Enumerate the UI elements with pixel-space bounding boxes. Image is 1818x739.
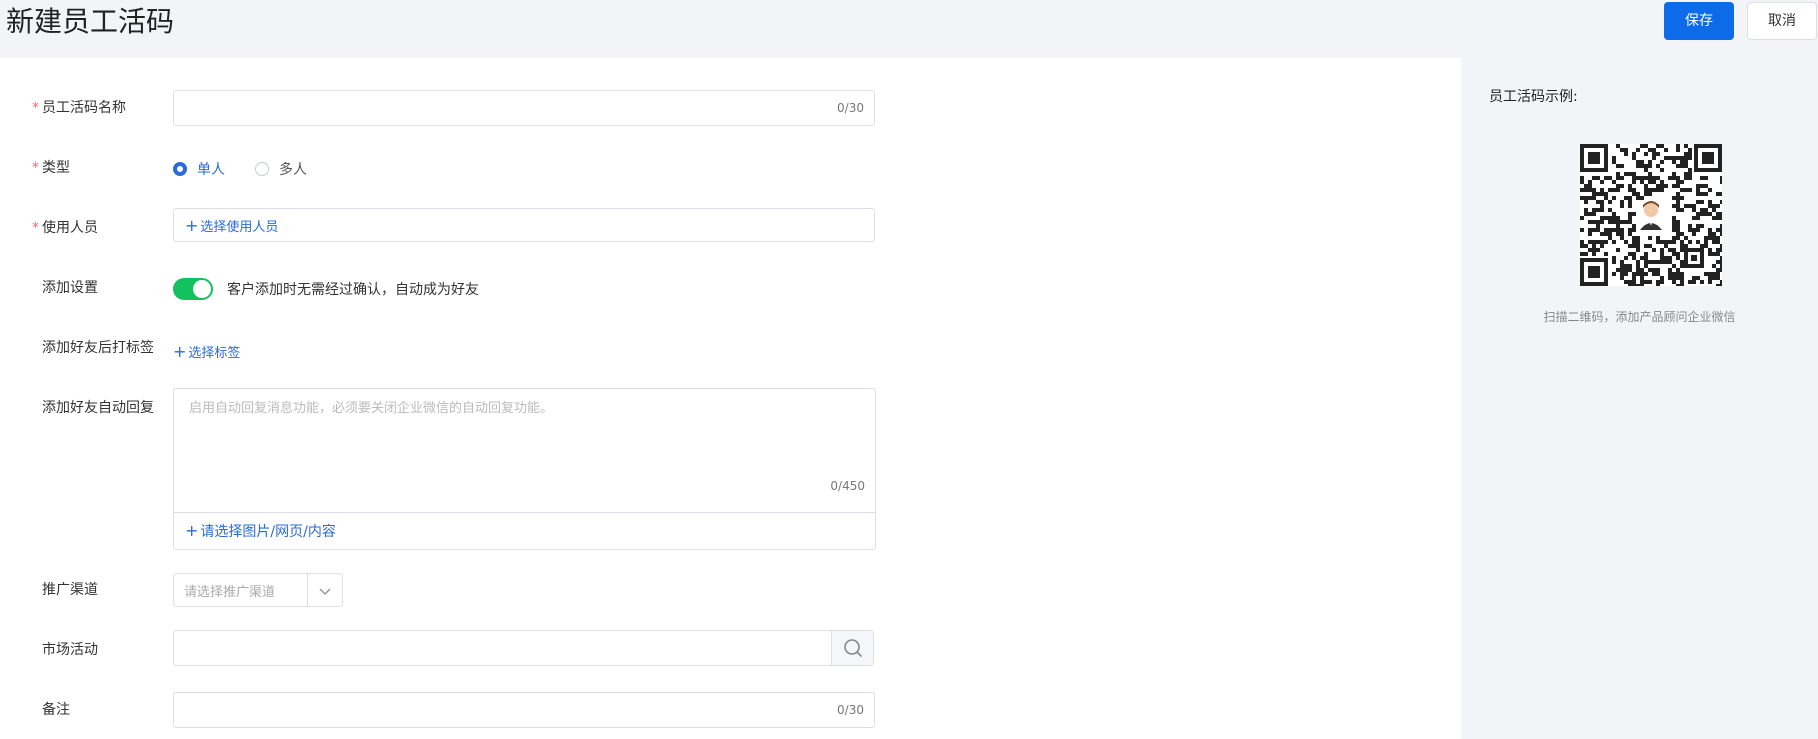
page-title: 新建员工活码 bbox=[6, 5, 175, 38]
plus-icon: + bbox=[173, 342, 187, 361]
radio-multi-label: 多人 bbox=[279, 162, 307, 178]
cancel-button[interactable]: 取消 bbox=[1747, 2, 1817, 40]
remark-label: 备注 bbox=[42, 702, 70, 718]
auto-reply-placeholder: 启用自动回复消息功能，必须要关闭企业微信的自动回复功能。 bbox=[189, 401, 554, 416]
add-setting-label: 添加设置 bbox=[42, 280, 98, 296]
search-icon bbox=[844, 639, 862, 657]
remark-input[interactable]: 0/30 bbox=[173, 692, 875, 728]
qr-caption: 扫描二维码，添加产品顾问企业微信 bbox=[1543, 310, 1736, 324]
divider bbox=[174, 512, 875, 513]
toggle-knob bbox=[193, 280, 211, 298]
channel-placeholder: 请选择推广渠道 bbox=[184, 585, 276, 600]
attach-content-label: 请选择图片/网页/内容 bbox=[200, 524, 336, 540]
save-button[interactable]: 保存 bbox=[1664, 2, 1734, 40]
auto-reply-label: 添加好友自动回复 bbox=[42, 400, 154, 416]
auto-reply-counter: 0/450 bbox=[830, 479, 865, 493]
select-users-label: 选择使用人员 bbox=[200, 220, 279, 235]
select-tags-label: 选择标签 bbox=[188, 346, 241, 361]
plus-icon: + bbox=[185, 521, 199, 540]
plus-icon: + bbox=[185, 216, 199, 235]
radio-single[interactable]: 单人 bbox=[173, 159, 225, 179]
campaign-input[interactable] bbox=[173, 630, 874, 666]
qr-code-graphic bbox=[1580, 144, 1724, 288]
select-tags-link[interactable]: + 选择标签 bbox=[173, 342, 240, 361]
name-label: 员工活码名称 bbox=[42, 100, 126, 116]
select-users-link[interactable]: + 选择使用人员 bbox=[185, 216, 278, 235]
remark-counter: 0/30 bbox=[837, 703, 864, 717]
channel-select[interactable]: 请选择推广渠道 bbox=[173, 573, 343, 607]
attach-content-link[interactable]: + 请选择图片/网页/内容 bbox=[185, 521, 336, 541]
example-title: 员工活码示例: bbox=[1489, 89, 1578, 105]
name-input[interactable]: 0/30 bbox=[173, 90, 875, 126]
page-header: 新建员工活码 保存 取消 bbox=[0, 0, 1818, 58]
example-panel: 员工活码示例: 扫描二维码，添加产品顾问企业微信 bbox=[1461, 58, 1818, 739]
channel-label: 推广渠道 bbox=[42, 582, 98, 598]
select-divider bbox=[307, 574, 308, 606]
radio-single-label: 单人 bbox=[197, 162, 225, 178]
campaign-search-button[interactable] bbox=[831, 631, 873, 665]
required-mark: * bbox=[32, 160, 39, 176]
qr-code-image bbox=[1580, 144, 1724, 288]
auto-reply-box: 启用自动回复消息功能，必须要关闭企业微信的自动回复功能。 0/450 + 请选择图… bbox=[173, 388, 876, 550]
required-mark: * bbox=[32, 220, 39, 236]
name-counter: 0/30 bbox=[837, 101, 864, 115]
radio-multi[interactable]: 多人 bbox=[255, 159, 307, 179]
tags-label: 添加好友后打标签 bbox=[42, 340, 154, 356]
chevron-down-icon bbox=[319, 588, 331, 596]
users-label: 使用人员 bbox=[42, 220, 98, 236]
auto-accept-toggle[interactable] bbox=[173, 278, 213, 300]
avatar-icon bbox=[1636, 200, 1666, 230]
users-picker[interactable]: + 选择使用人员 bbox=[173, 208, 875, 242]
radio-dot bbox=[255, 162, 269, 176]
auto-accept-text: 客户添加时无需经过确认，自动成为好友 bbox=[227, 282, 479, 298]
type-label: 类型 bbox=[42, 160, 70, 176]
required-mark: * bbox=[32, 100, 39, 116]
radio-dot bbox=[173, 162, 187, 176]
auto-reply-textarea[interactable]: 启用自动回复消息功能，必须要关闭企业微信的自动回复功能。 0/450 bbox=[174, 389, 875, 512]
campaign-label: 市场活动 bbox=[42, 642, 98, 658]
